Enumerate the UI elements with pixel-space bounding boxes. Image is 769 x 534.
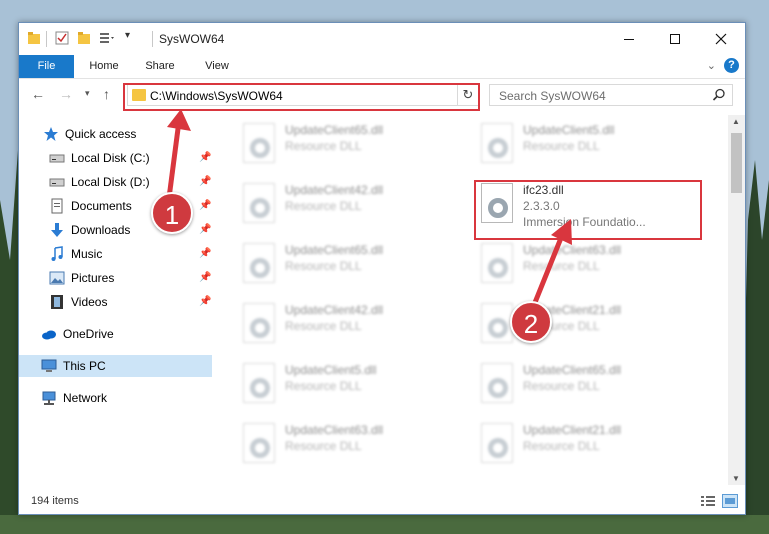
arrow-1-head <box>167 109 191 131</box>
arrow-1-shaft <box>166 120 182 199</box>
annotation-arrows <box>166 109 572 306</box>
annotation-badge-2: 2 <box>510 301 552 343</box>
arrow-2-shaft <box>531 232 566 306</box>
explorer-window: ▾ SysWOW64 File Home Share View ⌄ ? ← → … <box>18 22 746 515</box>
annotation-badge-1: 1 <box>151 192 193 234</box>
